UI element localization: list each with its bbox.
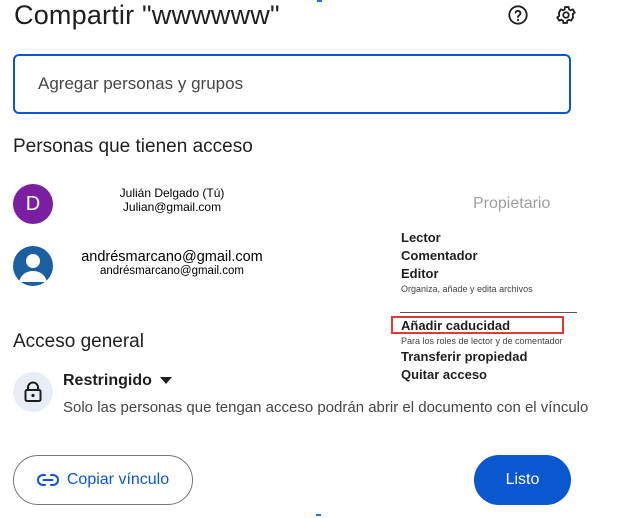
general-access-mode: Restringido bbox=[63, 372, 152, 389]
general-access-description: Solo las personas que tengan acceso podr… bbox=[63, 399, 589, 416]
person-email-secondary: andrésmarcano@gmail.com bbox=[100, 265, 244, 277]
avatar: D bbox=[13, 184, 53, 224]
link-icon bbox=[36, 474, 59, 486]
person-email: Julian@gmail.com bbox=[122, 200, 222, 214]
add-people-input[interactable] bbox=[15, 56, 569, 112]
help-button[interactable] bbox=[505, 2, 531, 28]
transfer-ownership-option[interactable]: Transferir propiedad bbox=[401, 349, 527, 364]
dropdown-arrow-icon bbox=[159, 377, 172, 384]
role-option-comentador[interactable]: Comentador bbox=[401, 248, 478, 263]
gear-icon bbox=[556, 6, 576, 24]
menu-divider bbox=[400, 312, 577, 313]
general-access-dropdown[interactable]: Restringido bbox=[63, 372, 172, 390]
owner-role-label: Propietario bbox=[473, 195, 551, 212]
general-access-heading: Acceso general bbox=[13, 331, 144, 352]
lock-badge bbox=[13, 372, 53, 412]
copy-link-label: Copiar vínculo bbox=[66, 471, 170, 488]
people-with-access-heading: Personas que tienen acceso bbox=[13, 136, 253, 157]
add-people-field[interactable] bbox=[13, 54, 571, 114]
help-circle-icon bbox=[508, 5, 528, 25]
bottom-edge-marker bbox=[316, 514, 321, 516]
add-expiration-description: Para los roles de lector y de comentador bbox=[401, 336, 563, 346]
person-icon bbox=[19, 254, 47, 282]
settings-button[interactable] bbox=[553, 2, 579, 28]
role-option-editor[interactable]: Editor bbox=[401, 266, 439, 281]
role-option-editor-description: Organiza, añade y edita archivos bbox=[401, 284, 533, 294]
lock-icon bbox=[24, 381, 42, 402]
role-option-lector[interactable]: Lector bbox=[401, 230, 441, 245]
highlight-box bbox=[391, 316, 564, 334]
dialog-title: Compartir "wwwwww" bbox=[14, 0, 280, 30]
copy-link-button[interactable]: Copiar vínculo bbox=[13, 455, 193, 505]
person-email: andrésmarcano@gmail.com bbox=[81, 249, 263, 265]
remove-access-option[interactable]: Quitar acceso bbox=[401, 367, 487, 382]
top-edge-marker bbox=[317, 0, 322, 2]
avatar-letter: D bbox=[25, 192, 41, 215]
done-button[interactable]: Listo bbox=[474, 455, 571, 505]
avatar bbox=[13, 246, 53, 286]
person-name: Julián Delgado (Tú) bbox=[119, 186, 225, 200]
